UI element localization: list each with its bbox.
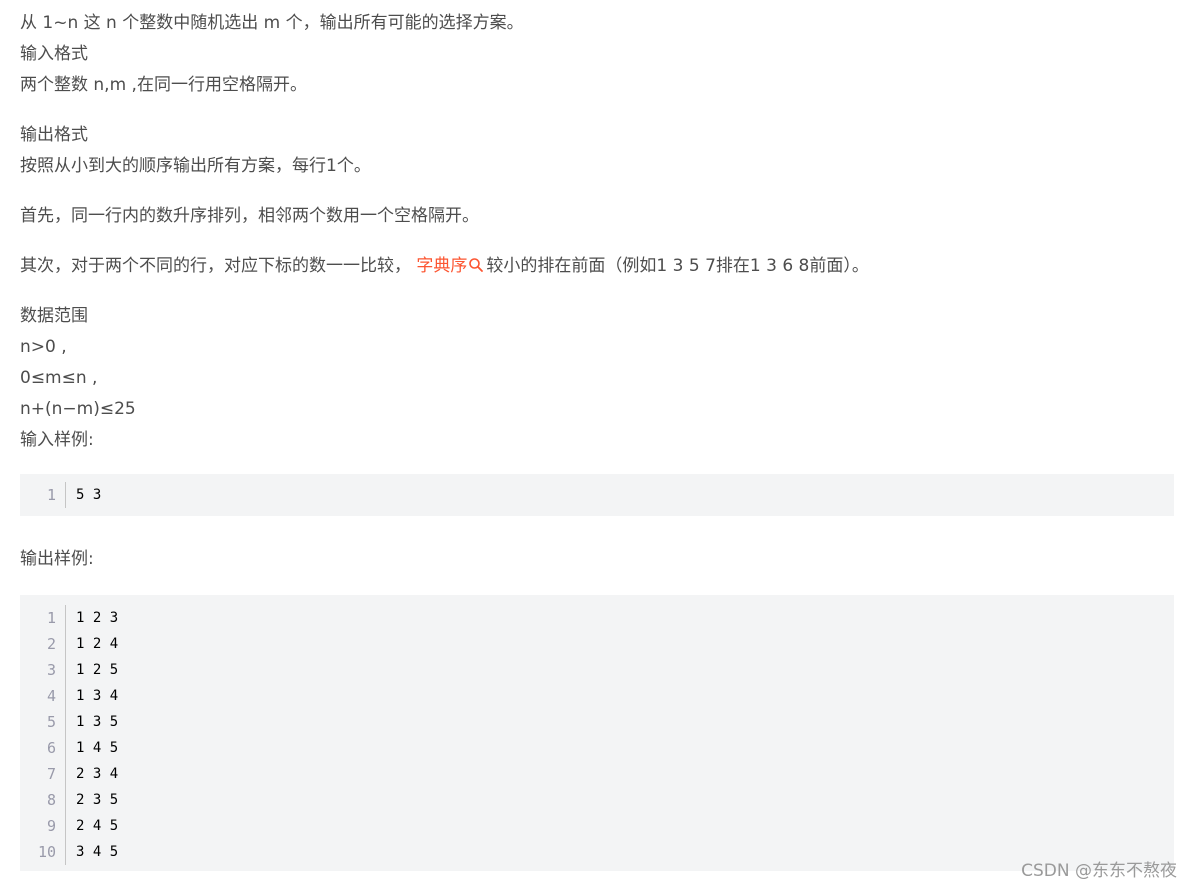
- code-line: 3 1 2 5: [20, 657, 1174, 683]
- code-text: 2 4 5: [76, 818, 119, 834]
- csdn-watermark: CSDN @东东不熬夜: [1021, 861, 1177, 881]
- code-line: 1 1 2 3: [20, 605, 1174, 631]
- article-body: 从 1~n 这 n 个整数中随机选出 m 个，输出所有可能的选择方案。 输入格式…: [20, 8, 1174, 456]
- line-number: 6: [20, 735, 66, 761]
- sample-output-title: 输出样例:: [20, 549, 94, 569]
- code-text: 2 3 5: [76, 792, 119, 808]
- order-rule-2-after: 较小的排在前面（例如1 3 5 7排在1 3 6 8前面）。: [486, 256, 869, 276]
- code-line: 9 2 4 5: [20, 813, 1174, 839]
- range-item: n+(n−m)≤25: [20, 399, 136, 419]
- search-icon: [469, 258, 484, 272]
- line-number: 4: [20, 683, 66, 709]
- sample-output-code-block: 1 1 2 3 2 1 2 4 3 1 2 5 4 1 3 4 5 1 3 5 6 1 4 …: [20, 595, 1174, 871]
- code-text: 1 3 4: [76, 688, 119, 704]
- sample-input-code-block: 1 5 3: [20, 474, 1174, 516]
- order-rule-2-before: 其次，对于两个不同的行，对应下标的数一一比较，: [20, 256, 411, 276]
- code-line: 7 2 3 4: [20, 761, 1174, 787]
- dictionary-order-link[interactable]: 字典序: [416, 256, 486, 276]
- code-line: 5 1 3 5: [20, 709, 1174, 735]
- code-line: 6 1 4 5: [20, 735, 1174, 761]
- code-text: 1 2 5: [76, 662, 119, 678]
- input-format-text: 两个整数 n,m ,在同一行用空格隔开。: [20, 75, 307, 95]
- line-number: 3: [20, 657, 66, 683]
- range-item: n>0 ,: [20, 337, 67, 357]
- code-line: 8 2 3 5: [20, 787, 1174, 813]
- line-number: 7: [20, 761, 66, 787]
- line-number: 8: [20, 787, 66, 813]
- code-text: 1 2 4: [76, 636, 119, 652]
- code-text: 1 4 5: [76, 740, 119, 756]
- line-number: 5: [20, 709, 66, 735]
- code-text: 3 4 5: [76, 844, 119, 860]
- range-title: 数据范围: [20, 306, 88, 326]
- code-text: 1 3 5: [76, 714, 119, 730]
- order-rule-2: 其次，对于两个不同的行，对应下标的数一一比较， 字典序 较小的排在前面（例如1 3…: [20, 251, 1174, 282]
- line-number: 2: [20, 631, 66, 657]
- code-text: 1 2 3: [76, 610, 119, 626]
- dictionary-order-link-label: 字典序: [416, 256, 468, 276]
- input-format-title: 输入格式: [20, 44, 88, 64]
- code-text: 2 3 4: [76, 766, 119, 782]
- code-line: 1 5 3: [20, 482, 1174, 508]
- output-format-title: 输出格式: [20, 125, 88, 145]
- output-format-text: 按照从小到大的顺序输出所有方案，每行1个。: [20, 156, 371, 176]
- problem-statement: 从 1~n 这 n 个整数中随机选出 m 个，输出所有可能的选择方案。: [20, 13, 524, 33]
- code-line: 2 1 2 4: [20, 631, 1174, 657]
- code-line: 4 1 3 4: [20, 683, 1174, 709]
- order-rule-1: 首先，同一行内的数升序排列，相邻两个数用一个空格隔开。: [20, 206, 479, 226]
- code-text: 5 3: [76, 487, 102, 503]
- line-number: 1: [20, 482, 66, 508]
- line-number: 9: [20, 813, 66, 839]
- code-line: 10 3 4 5: [20, 839, 1174, 865]
- range-item: 0≤m≤n ,: [20, 368, 98, 388]
- sample-input-title: 输入样例:: [20, 430, 94, 450]
- line-number: 1: [20, 605, 66, 631]
- line-number: 10: [20, 839, 66, 865]
